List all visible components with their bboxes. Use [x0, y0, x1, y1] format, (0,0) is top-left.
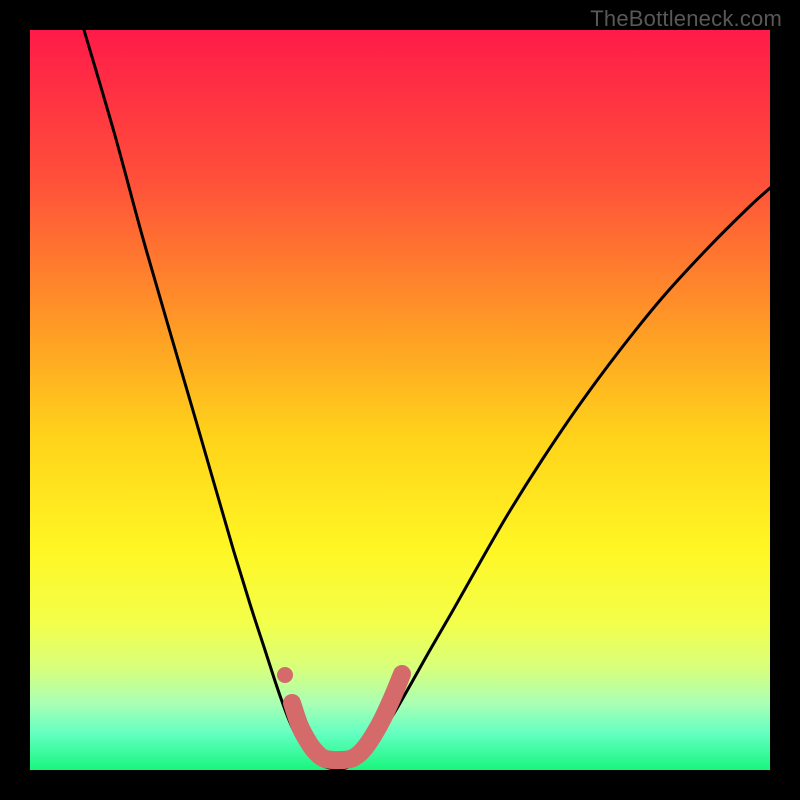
- chart-curves-layer: [30, 30, 770, 770]
- curve-left-curve: [84, 30, 338, 770]
- pink-right-arc: [343, 674, 402, 760]
- pink-dot: [277, 667, 293, 683]
- chart-frame: [30, 30, 770, 770]
- watermark-text: TheBottleneck.com: [590, 6, 782, 32]
- pink-left-arc: [292, 703, 343, 760]
